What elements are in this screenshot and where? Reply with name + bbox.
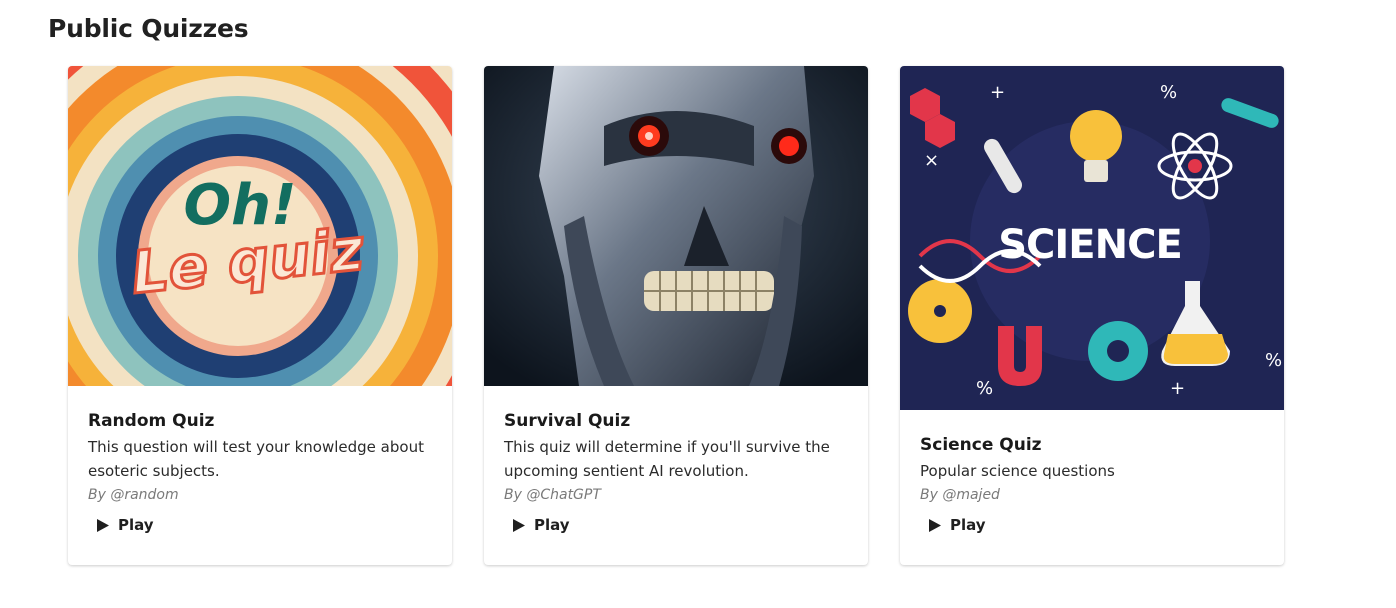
svg-text:%: %	[1265, 350, 1282, 371]
quiz-title: Science Quiz	[920, 435, 1042, 455]
quiz-author: By @ChatGPT	[504, 487, 601, 503]
quiz-description: Popular science questions	[920, 462, 1115, 480]
svg-text:+: +	[990, 82, 1005, 103]
play-button[interactable]: Play	[513, 516, 570, 534]
quiz-title: Survival Quiz	[504, 411, 631, 431]
play-icon	[513, 518, 525, 532]
play-icon	[929, 518, 941, 532]
play-label: Play	[950, 516, 986, 534]
play-label: Play	[534, 516, 570, 534]
quiz-thumbnail[interactable]: SCIENCE % +% % + ×	[900, 66, 1284, 410]
play-button[interactable]: Play	[97, 516, 154, 534]
quiz-thumbnail[interactable]: Oh! Le quiz	[68, 66, 452, 386]
play-button[interactable]: Play	[929, 516, 986, 534]
quiz-card: Oh! Le quiz Random Quiz This question wi…	[68, 66, 452, 565]
svg-text:%: %	[1160, 82, 1177, 103]
quiz-description: This quiz will determine if you'll survi…	[504, 438, 830, 480]
svg-text:+: +	[1170, 378, 1185, 399]
play-icon	[97, 518, 109, 532]
quiz-author: By @majed	[920, 487, 1000, 503]
svg-text:SCIENCE: SCIENCE	[998, 222, 1182, 268]
quiz-title: Random Quiz	[88, 411, 215, 431]
quiz-author: By @random	[88, 487, 179, 503]
quiz-card: Survival Quiz This quiz will determine i…	[484, 66, 868, 565]
quiz-thumbnail[interactable]	[484, 66, 868, 386]
svg-text:×: ×	[924, 150, 939, 171]
quiz-description: This question will test your knowledge a…	[88, 438, 424, 480]
play-label: Play	[118, 516, 154, 534]
svg-text:%: %	[976, 378, 993, 399]
quiz-card: SCIENCE % +% % + × Science Quiz Popular sci…	[900, 66, 1284, 565]
page-title: Public Quizzes	[48, 14, 249, 43]
